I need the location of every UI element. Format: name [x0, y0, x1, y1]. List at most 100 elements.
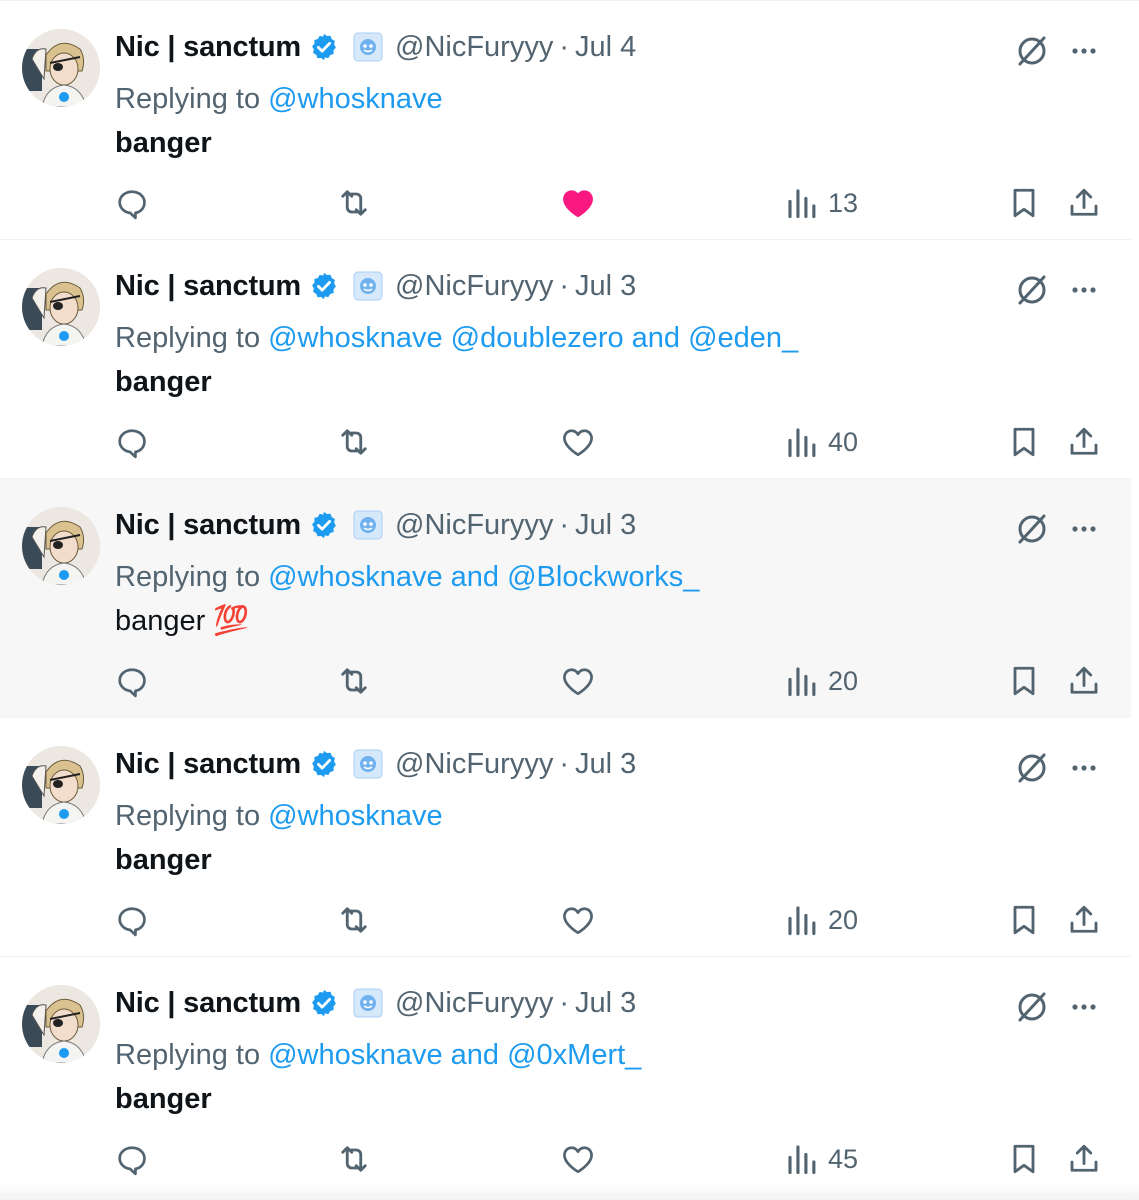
views-button[interactable]: 13: [784, 161, 858, 245]
bookmark-icon: [1013, 188, 1035, 218]
views-button[interactable]: 20: [784, 639, 858, 723]
affiliate-badge-icon[interactable]: [353, 32, 383, 62]
affiliate-badge-icon[interactable]: [353, 988, 383, 1018]
bookmark-button[interactable]: [1006, 878, 1042, 962]
grok-button[interactable]: [1012, 270, 1052, 310]
reply-button[interactable]: [114, 639, 150, 723]
like-button[interactable]: [560, 400, 596, 484]
repost-button[interactable]: [336, 878, 372, 962]
tweet-header: Nic | sanctum @NicFuryyy · Jul 3: [115, 742, 636, 786]
user-handle[interactable]: @NicFuryyy: [395, 31, 553, 64]
grok-icon: [1018, 36, 1046, 66]
share-button[interactable]: [1066, 400, 1102, 484]
separator-dot: ·: [559, 986, 570, 1019]
share-icon: [1070, 666, 1098, 694]
share-button[interactable]: [1066, 878, 1102, 962]
replying-to-label: Replying to: [115, 560, 261, 593]
reply-mentions-link[interactable]: @whosknave: [268, 83, 443, 116]
more-options-button[interactable]: [1064, 509, 1104, 549]
grok-button[interactable]: [1012, 509, 1052, 549]
replying-to: Replying to @whosknave: [115, 77, 443, 121]
more-options-button[interactable]: [1064, 270, 1104, 310]
tweet-header: Nic | sanctum @NicFuryyy · Jul 4: [115, 25, 636, 69]
views-button[interactable]: 20: [784, 878, 858, 962]
tweet-date[interactable]: Jul 3: [575, 987, 636, 1020]
display-name[interactable]: Nic | sanctum: [115, 509, 301, 542]
repost-icon: [341, 429, 367, 455]
like-icon: [563, 668, 593, 696]
like-button[interactable]: [560, 161, 596, 245]
avatar[interactable]: [22, 268, 100, 346]
avatar[interactable]: [22, 985, 100, 1063]
avatar[interactable]: [22, 746, 100, 824]
reply-button[interactable]: [114, 400, 150, 484]
views-count: 20: [828, 904, 859, 935]
affiliate-badge-icon[interactable]: [353, 271, 383, 301]
tweet-date[interactable]: Jul 4: [575, 31, 636, 64]
share-button[interactable]: [1066, 639, 1102, 723]
user-handle[interactable]: @NicFuryyy: [395, 748, 553, 781]
avatar[interactable]: [22, 29, 100, 107]
more-options-button[interactable]: [1064, 31, 1104, 71]
tweet-text: banger: [115, 1082, 212, 1115]
display-name[interactable]: Nic | sanctum: [115, 987, 301, 1020]
reply-mentions-link[interactable]: @whosknave and @0xMert_: [268, 1039, 641, 1072]
more-dots-icon: [1072, 48, 1096, 54]
verified-badge-icon[interactable]: [309, 510, 339, 540]
views-count: 40: [828, 426, 859, 457]
grok-button[interactable]: [1012, 748, 1052, 788]
avatar-image: [22, 268, 100, 346]
user-handle[interactable]: @NicFuryyy: [395, 270, 553, 303]
more-options-button[interactable]: [1064, 748, 1104, 788]
bookmark-button[interactable]: [1006, 161, 1042, 245]
grok-icon: [1018, 992, 1046, 1022]
avatar[interactable]: [22, 507, 100, 585]
replying-to-label: Replying to: [115, 82, 261, 115]
grok-button[interactable]: [1012, 31, 1052, 71]
verified-badge-icon[interactable]: [309, 988, 339, 1018]
tweet[interactable]: Nic | sanctum @NicFuryyy · Jul 3 Replyin…: [0, 957, 1131, 1196]
verified-badge-icon[interactable]: [309, 32, 339, 62]
reply-button[interactable]: [114, 878, 150, 962]
views-button[interactable]: 40: [784, 400, 858, 484]
display-name[interactable]: Nic | sanctum: [115, 748, 301, 781]
more-options-button[interactable]: [1064, 987, 1104, 1027]
tweet[interactable]: Nic | sanctum @NicFuryyy · Jul 3 Replyin…: [0, 479, 1131, 718]
replying-to: Replying to @whosknave and @Blockworks_: [115, 555, 699, 599]
verified-badge-icon[interactable]: [309, 749, 339, 779]
like-button[interactable]: [560, 639, 596, 723]
reply-button[interactable]: [114, 161, 150, 245]
reply-mentions-link[interactable]: @whosknave: [268, 800, 443, 833]
affiliate-badge-icon[interactable]: [353, 749, 383, 779]
tweet-date[interactable]: Jul 3: [575, 270, 636, 303]
reply-mentions-link[interactable]: @whosknave and @Blockworks_: [268, 561, 699, 594]
display-name[interactable]: Nic | sanctum: [115, 270, 301, 303]
user-handle[interactable]: @NicFuryyy: [395, 987, 553, 1020]
verified-badge-icon[interactable]: [309, 271, 339, 301]
bookmark-button[interactable]: [1006, 639, 1042, 723]
tweet[interactable]: Nic | sanctum @NicFuryyy · Jul 3 Replyin…: [0, 240, 1131, 479]
reply-mentions-link[interactable]: @whosknave @doublezero and @eden_: [268, 322, 798, 355]
tweet-date[interactable]: Jul 3: [575, 748, 636, 781]
affiliate-badge-icon[interactable]: [353, 510, 383, 540]
display-name[interactable]: Nic | sanctum: [115, 31, 301, 64]
share-icon: [1070, 905, 1098, 933]
tweet-date[interactable]: Jul 3: [575, 509, 636, 542]
tweet-text: banger: [115, 126, 212, 159]
user-handle[interactable]: @NicFuryyy: [395, 509, 553, 542]
repost-button[interactable]: [336, 639, 372, 723]
like-button[interactable]: [560, 878, 596, 962]
share-button[interactable]: [1066, 161, 1102, 245]
tweet-text: banger 💯: [115, 605, 250, 637]
bookmark-button[interactable]: [1006, 400, 1042, 484]
more-dots-icon: [1072, 765, 1096, 771]
separator-dot: ·: [559, 30, 570, 63]
grok-button[interactable]: [1012, 987, 1052, 1027]
tweet[interactable]: Nic | sanctum @NicFuryyy · Jul 4 Replyin…: [0, 1, 1131, 240]
reply-icon: [118, 668, 146, 698]
repost-button[interactable]: [336, 400, 372, 484]
repost-button[interactable]: [336, 161, 372, 245]
tweet[interactable]: Nic | sanctum @NicFuryyy · Jul 3 Replyin…: [0, 718, 1131, 957]
views-icon: [788, 667, 816, 697]
repost-icon: [341, 190, 367, 216]
